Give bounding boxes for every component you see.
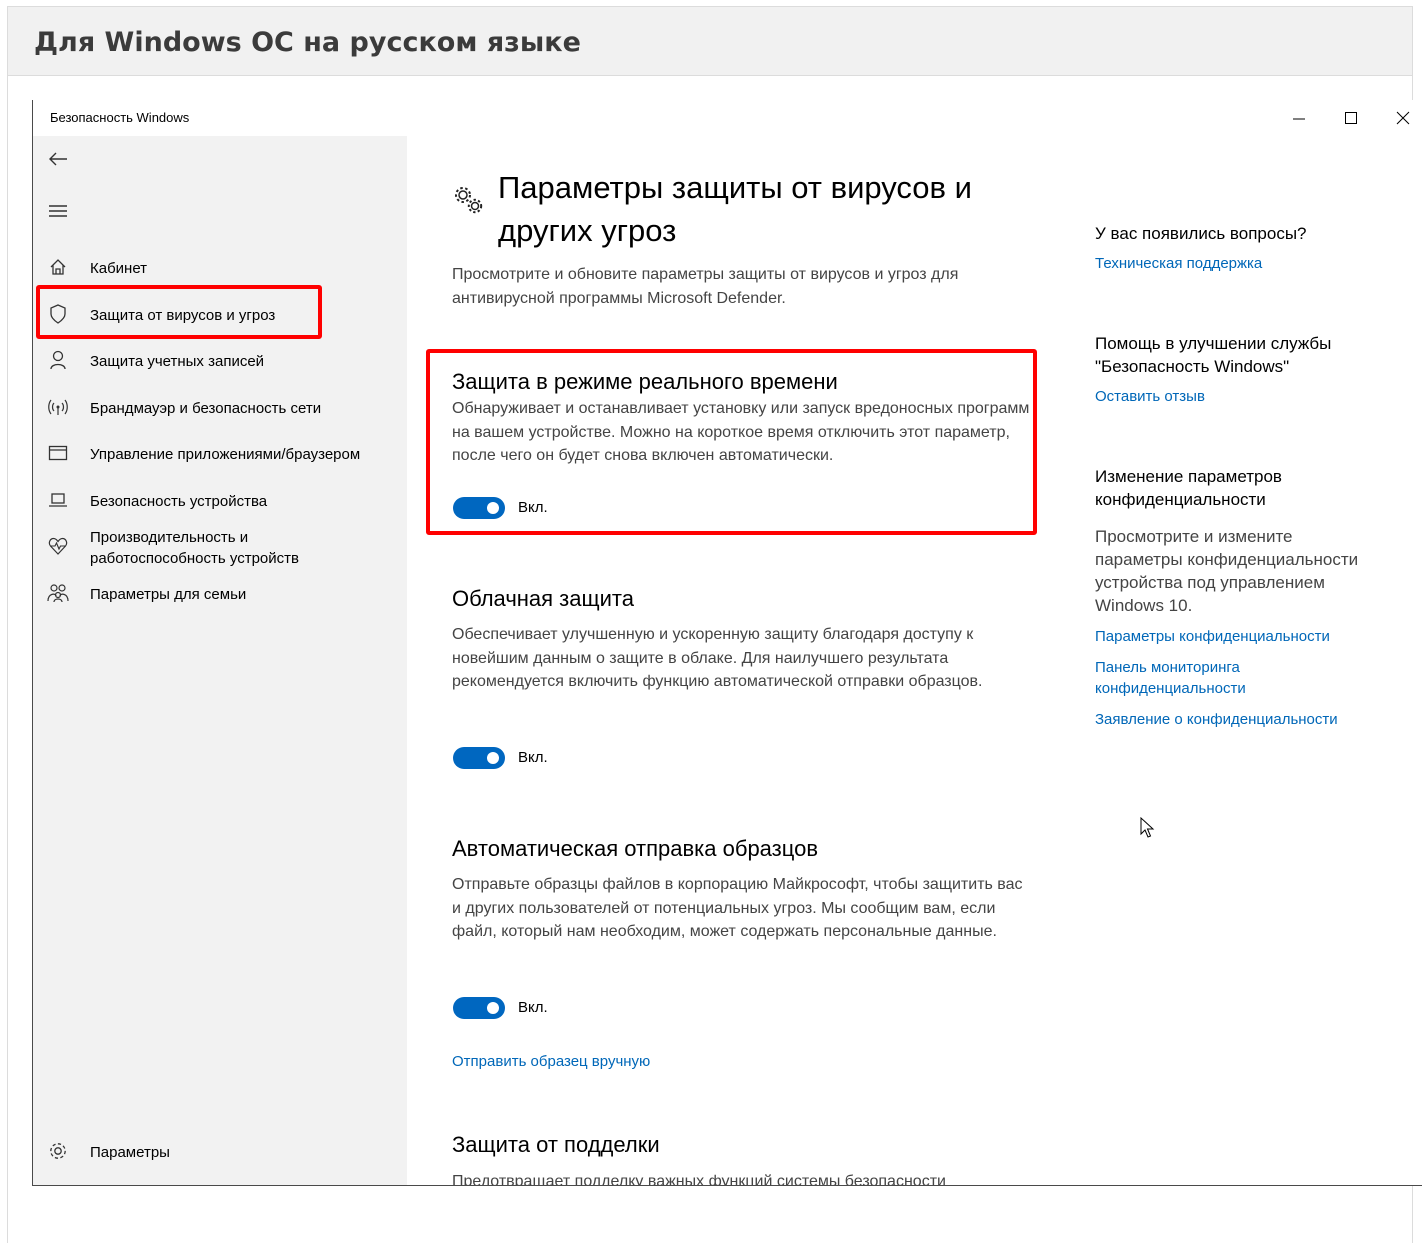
sidebar-item-firewall[interactable]: Брандмауэр и безопасность сети (33, 396, 407, 436)
close-icon (1396, 111, 1410, 125)
back-arrow-icon (49, 152, 67, 166)
sidebar-item-account-protection[interactable]: Защита учетных записей (33, 349, 407, 389)
mouse-cursor-icon (1140, 817, 1155, 838)
page-description: Просмотрите и обновите параметры защиты … (452, 266, 959, 307)
questions-heading: У вас появились вопросы? (1095, 224, 1307, 243)
tech-support-link[interactable]: Техническая поддержка (1095, 253, 1262, 274)
sample-submission-text: Отправьте образцы файлов в корпорацию Ма… (452, 876, 1023, 940)
feedback-link[interactable]: Оставить отзыв (1095, 386, 1205, 407)
sidebar-item-family-options[interactable]: Параметры для семьи (33, 582, 407, 622)
privacy-settings-link[interactable]: Параметры конфиденциальности (1095, 626, 1330, 647)
sample-submission-toggle[interactable] (453, 997, 505, 1019)
home-icon (47, 256, 69, 278)
app-window: Безопасность Windows Кабинет Защита от в… (32, 100, 1422, 1186)
heart-pulse-icon (47, 535, 69, 557)
realtime-highlight-box (426, 349, 1037, 535)
sidebar-item-app-browser-control[interactable]: Управление приложениями/браузером (33, 442, 407, 482)
toggle-state-label: Вкл. (518, 999, 548, 1016)
sidebar-highlight-box (36, 285, 322, 339)
document-header: Для Windows ОС на русском языке (8, 7, 1412, 76)
hamburger-icon (49, 205, 67, 217)
gears-icon (455, 187, 483, 214)
maximize-button[interactable] (1328, 104, 1374, 132)
sidebar-item-settings[interactable]: Параметры (33, 1140, 407, 1180)
minimize-button[interactable] (1276, 104, 1322, 132)
title-bar: Безопасность Windows (33, 100, 1422, 136)
settings-label: Параметры (90, 1144, 170, 1161)
gear-icon (47, 1140, 69, 1162)
sidebar-item-label: Параметры для семьи (90, 586, 247, 603)
sidebar-item-label: Управление приложениями/браузером (90, 446, 361, 463)
page-title: Параметры защиты от вирусов и других угр… (498, 170, 972, 248)
sidebar-item-device-security[interactable]: Безопасность устройства (33, 489, 407, 529)
person-icon (47, 349, 69, 371)
back-button[interactable] (47, 148, 69, 170)
document-heading: Для Windows ОС на русском языке (34, 27, 581, 58)
privacy-statement-link[interactable]: Заявление о конфиденциальности (1095, 709, 1338, 730)
maximize-icon (1345, 112, 1357, 124)
tamper-protection-title: Защита от подделки (452, 1132, 660, 1157)
family-icon (47, 582, 69, 604)
sidebar-item-device-performance[interactable]: Производительность и работоспособность у… (33, 525, 407, 573)
sidebar-item-label: Безопасность устройства (90, 493, 268, 510)
window-title: Безопасность Windows (50, 110, 190, 125)
sidebar-item-label: Брандмауэр и безопасность сети (90, 400, 322, 417)
sidebar-item-label: Защита учетных записей (90, 353, 265, 370)
minimize-icon (1293, 118, 1305, 120)
improve-heading: Помощь в улучшении службы "Безопасность … (1095, 334, 1332, 376)
cloud-protection-toggle[interactable] (453, 747, 505, 769)
sidebar-item-label: Кабинет (90, 260, 148, 277)
tamper-protection-text: Предотвращает подделку важных функций си… (452, 1173, 946, 1186)
cloud-protection-title: Облачная защита (452, 586, 634, 611)
sidebar-item-label: Производительность и работоспособность у… (90, 529, 299, 567)
laptop-icon (47, 489, 69, 511)
privacy-heading: Изменение параметров конфиденциальности (1095, 467, 1282, 509)
submit-sample-manually-link[interactable]: Отправить образец вручную (452, 1051, 650, 1072)
sample-submission-title: Автоматическая отправка образцов (452, 836, 819, 861)
privacy-dashboard-link[interactable]: Панель мониторинга конфиденциальности (1095, 657, 1295, 699)
close-button[interactable] (1380, 104, 1422, 132)
toggle-state-label: Вкл. (518, 749, 548, 766)
cloud-protection-text: Обеспечивает улучшенную и ускоренную защ… (452, 626, 983, 690)
hamburger-menu-button[interactable] (47, 200, 69, 222)
browser-window-icon (47, 442, 69, 464)
wifi-signal-icon (47, 396, 69, 418)
main-content: Параметры защиты от вирусов и других угр… (407, 136, 1422, 1185)
privacy-text: Просмотрите и измените параметры конфиде… (1095, 527, 1359, 615)
